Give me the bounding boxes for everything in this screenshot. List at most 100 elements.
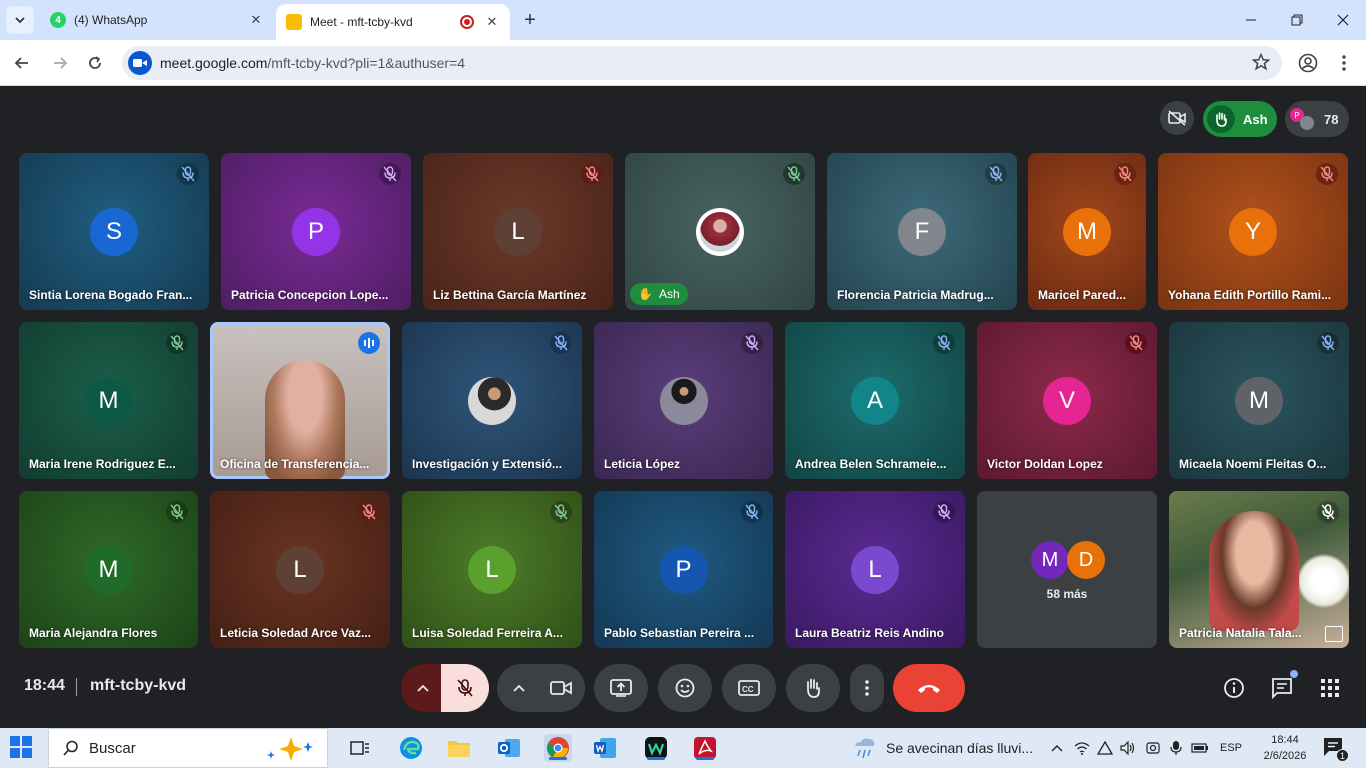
notifications-button[interactable]: 1 (1322, 736, 1349, 762)
start-button[interactable] (10, 736, 34, 760)
present-screen-button[interactable] (594, 664, 648, 712)
camera-toggle-button[interactable] (537, 664, 585, 712)
overflow-participants-tile[interactable]: M D 58 más (977, 491, 1157, 648)
participant-tile[interactable]: Patricia Natalia Tala... (1169, 491, 1349, 648)
video-camera-icon (550, 681, 572, 695)
participant-tile[interactable]: M Maricel Pared... (1028, 153, 1146, 310)
raise-hand-button[interactable] (786, 664, 840, 712)
participant-tile[interactable]: Y Yohana Edith Portillo Rami... (1158, 153, 1348, 310)
tile-name: Patricia Concepcion Lope... (231, 288, 389, 302)
participant-tile[interactable]: F Florencia Patricia Madrug... (827, 153, 1017, 310)
hide-tiles-button[interactable] (1160, 101, 1194, 135)
weather-widget[interactable]: Se avecinan días lluvi... (852, 736, 1033, 760)
tab-title: Meet - mft-tcby-kvd (310, 15, 413, 29)
profile-icon[interactable] (1294, 49, 1322, 77)
emoji-icon (675, 678, 695, 698)
participants-button[interactable]: P 78 (1285, 101, 1349, 137)
participant-tile[interactable]: A Andrea Belen Schrameie... (785, 322, 965, 479)
chrome-icon[interactable] (544, 734, 572, 762)
input-language[interactable]: ESP (1219, 738, 1243, 758)
wifi-icon[interactable] (1073, 738, 1091, 758)
battery-icon[interactable] (1191, 738, 1209, 758)
whatsapp-icon: 4 (50, 12, 66, 28)
chevron-up-icon[interactable] (1048, 738, 1066, 758)
word-icon[interactable] (591, 734, 619, 762)
pin-icon[interactable] (1325, 626, 1343, 642)
tab-whatsapp[interactable]: 4 (4) WhatsApp ✕ (40, 0, 274, 40)
reload-button[interactable] (81, 49, 109, 77)
participant-tile[interactable]: M Maria Irene Rodriguez E... (19, 322, 198, 479)
leave-call-button[interactable] (893, 664, 965, 712)
restore-button[interactable] (1274, 0, 1320, 40)
back-button[interactable] (8, 49, 36, 77)
participant-count: 78 (1324, 111, 1339, 127)
mic-toggle-button[interactable] (441, 664, 489, 712)
participant-tile[interactable]: L Liz Bettina García Martínez (423, 153, 613, 310)
more-vertical-icon (865, 680, 869, 696)
participant-tile[interactable]: M Maria Alejandra Flores (19, 491, 198, 648)
tab-search-button[interactable] (6, 6, 34, 34)
volume-icon[interactable] (1119, 738, 1137, 758)
new-tab-button[interactable]: + (518, 8, 542, 32)
active-indicator (647, 757, 665, 760)
network-warning-icon[interactable] (1096, 738, 1114, 758)
tile-name: Pablo Sebastian Pereira ... (604, 626, 755, 640)
chat-button[interactable] (1268, 670, 1298, 702)
avatar: L (468, 545, 516, 594)
close-window-button[interactable] (1320, 0, 1366, 40)
bookmark-star-icon[interactable] (1251, 52, 1271, 76)
task-view-icon[interactable] (346, 734, 374, 762)
tile-name: Ash (658, 287, 680, 301)
tile-name: Liz Bettina García Martínez (433, 288, 587, 302)
participant-tile[interactable]: Oficina de Transferencia... (210, 322, 390, 479)
avatar: F (898, 207, 946, 256)
reactions-button[interactable] (658, 664, 712, 712)
address-bar[interactable]: meet.google.com/mft-tcby-kvd?pli=1&authu… (122, 46, 1282, 80)
participant-tile[interactable]: ✋ Ash (625, 153, 815, 310)
participant-tile[interactable]: L Leticia Soledad Arce Vaz... (210, 491, 390, 648)
audio-options-button[interactable] (401, 664, 445, 712)
system-clock[interactable]: 18:44 2/6/2026 (1262, 732, 1308, 764)
mic-off-icon (741, 332, 763, 354)
participant-tile[interactable]: Leticia López (594, 322, 773, 479)
captions-button[interactable]: CC (722, 664, 776, 712)
participant-tile[interactable]: P Pablo Sebastian Pereira ... (594, 491, 773, 648)
microphone-in-use-icon[interactable] (1167, 738, 1185, 758)
raised-hand-name: Ash (1243, 111, 1268, 127)
raised-hands-pill[interactable]: Ash (1203, 101, 1277, 137)
more-options-button[interactable] (850, 664, 884, 712)
participant-tile[interactable]: S Sintia Lorena Bogado Fran... (19, 153, 209, 310)
forward-button[interactable] (46, 49, 74, 77)
avatar: D (1067, 541, 1105, 579)
edge-icon[interactable] (397, 734, 425, 762)
close-tab-icon[interactable]: ✕ (246, 10, 266, 30)
webex-icon[interactable] (642, 734, 670, 762)
tab-title: (4) WhatsApp (74, 13, 148, 27)
participant-tile[interactable]: L Luisa Soledad Ferreira A... (402, 491, 582, 648)
avatar (696, 207, 744, 256)
mic-off-icon (177, 163, 199, 185)
activities-button[interactable] (1316, 674, 1344, 702)
meeting-details-button[interactable] (1220, 674, 1248, 702)
participant-tile[interactable]: M Micaela Noemi Fleitas O... (1169, 322, 1349, 479)
avatar: M (1235, 376, 1283, 425)
close-tab-icon[interactable]: ✕ (482, 12, 502, 32)
participant-tile[interactable]: P Patricia Concepcion Lope... (221, 153, 411, 310)
minimize-button[interactable] (1228, 0, 1274, 40)
acrobat-icon[interactable] (691, 734, 719, 762)
search-placeholder: Buscar (89, 739, 136, 757)
video-options-button[interactable] (497, 664, 541, 712)
outlook-icon[interactable] (495, 734, 523, 762)
restore-icon (1291, 14, 1303, 26)
mic-off-icon (550, 332, 572, 354)
participant-tile[interactable]: V Victor Doldan Lopez (977, 322, 1157, 479)
chat-icon (1272, 678, 1292, 699)
taskbar-search[interactable]: Buscar (48, 728, 328, 768)
camera-in-use-icon[interactable] (1144, 738, 1162, 758)
participant-tile[interactable]: Investigación y Extensió... (402, 322, 582, 479)
browser-menu-icon[interactable] (1330, 49, 1358, 77)
file-explorer-icon[interactable] (445, 734, 473, 762)
participant-tile[interactable]: L Laura Beatriz Reis Andino (785, 491, 965, 648)
tab-meet[interactable]: Meet - mft-tcby-kvd ✕ (276, 4, 510, 40)
speaking-indicator-icon (358, 332, 380, 354)
